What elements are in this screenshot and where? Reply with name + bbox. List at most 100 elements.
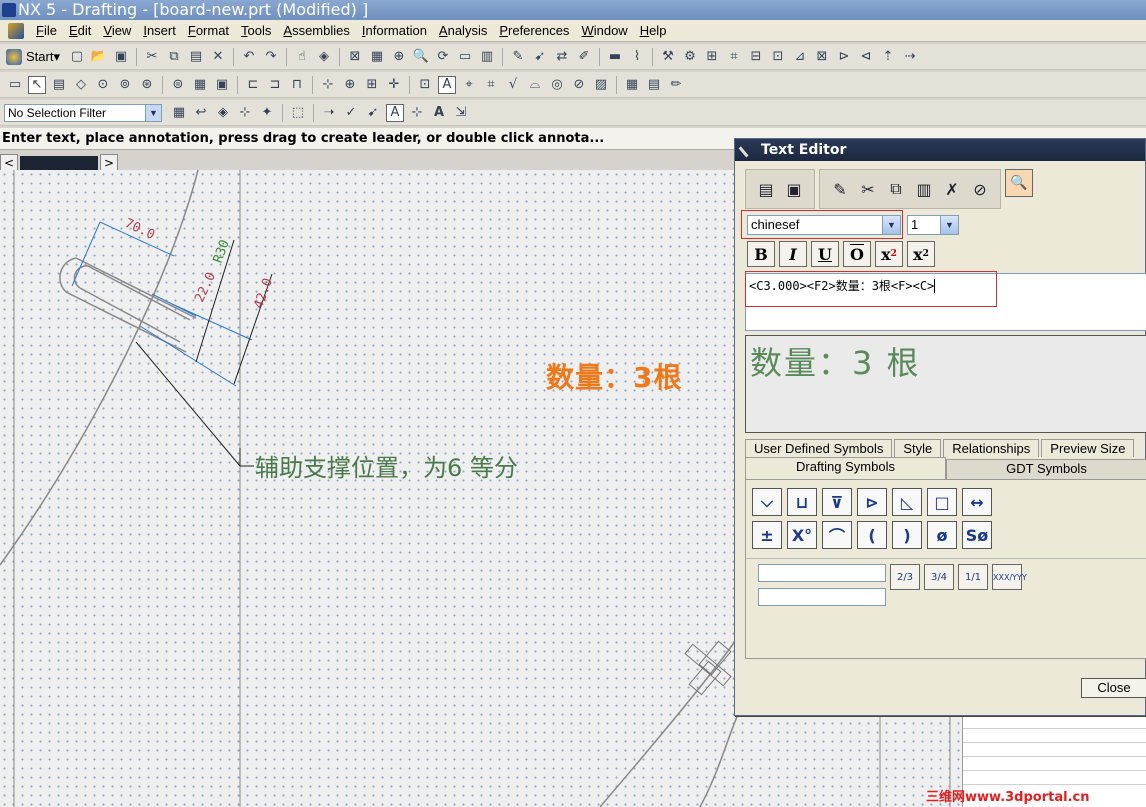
dim-tool-6-icon[interactable]: ⊡: [769, 48, 787, 66]
drawing-tool-icon[interactable]: ▬: [606, 48, 624, 66]
open-file-icon[interactable]: 📂: [90, 48, 108, 66]
select-icon[interactable]: ☝: [293, 48, 311, 66]
tab-relationships[interactable]: Relationships: [943, 439, 1040, 457]
dim-tool-3-icon[interactable]: ⊞: [703, 48, 721, 66]
zoom-icon[interactable]: ⊕: [390, 48, 408, 66]
spherical-diameter-symbol-button[interactable]: Sø: [962, 521, 992, 549]
insert-symbol-icon[interactable]: ⊘: [968, 177, 992, 201]
overline-button[interactable]: O: [843, 241, 871, 267]
copy-text-icon[interactable]: ⧉: [884, 177, 908, 201]
refresh-icon[interactable]: ⟳: [434, 48, 452, 66]
pan-icon[interactable]: 🔍: [412, 48, 430, 66]
centerline-icon[interactable]: ⊹: [319, 76, 337, 94]
conical-taper-symbol-button[interactable]: ⊳: [857, 488, 887, 516]
menu-analysis[interactable]: Analysis: [439, 23, 487, 38]
system-menu-icon[interactable]: [8, 22, 24, 39]
layout-icon[interactable]: ▥: [478, 48, 496, 66]
rectangle-select-icon[interactable]: ⬚: [289, 104, 307, 122]
underline-button[interactable]: U: [811, 241, 839, 267]
new-sheet-icon[interactable]: ▭: [6, 76, 24, 94]
close-button[interactable]: Close: [1081, 678, 1146, 698]
view-boundary-icon[interactable]: ⊏: [244, 76, 262, 94]
cut-icon[interactable]: ✂: [143, 48, 161, 66]
image-icon[interactable]: ▨: [592, 76, 610, 94]
dim-tool-12-icon[interactable]: ⇢: [901, 48, 919, 66]
tab-style[interactable]: Style: [894, 439, 942, 457]
quantity-note[interactable]: 数量：3根: [546, 356, 682, 396]
save-icon[interactable]: ▣: [112, 48, 130, 66]
weld-icon[interactable]: ⌓: [526, 76, 544, 94]
annotation-icon[interactable]: ✎: [509, 48, 527, 66]
undo-icon[interactable]: ↶: [240, 48, 258, 66]
redo-icon[interactable]: ↷: [262, 48, 280, 66]
feature-control-icon[interactable]: ⌖: [460, 76, 478, 94]
drawing-sheet-icon[interactable]: ▤: [50, 76, 68, 94]
base-view-icon[interactable]: ⊙: [94, 76, 112, 94]
parts-list-icon[interactable]: ▤: [645, 76, 663, 94]
menu-view[interactable]: View: [103, 23, 131, 38]
dim-tool-10-icon[interactable]: ⊲: [857, 48, 875, 66]
plus-minus-symbol-button[interactable]: ±: [752, 521, 782, 549]
countersink-symbol-button[interactable]: ⌵: [752, 488, 782, 516]
leader-tool-icon[interactable]: ➝: [320, 104, 338, 122]
leader-icon[interactable]: ➹: [531, 48, 549, 66]
right-paren-symbol-button[interactable]: ): [892, 521, 922, 549]
dialog-title-bar[interactable]: Text Editor: [735, 139, 1145, 161]
dim-tool-5-icon[interactable]: ⊟: [747, 48, 765, 66]
tab-user-defined-symbols[interactable]: User Defined Symbols: [745, 439, 893, 457]
arrow-style-icon[interactable]: ➹: [364, 104, 382, 122]
support-position-note[interactable]: 辅助支撑位置，为6 等分: [255, 448, 518, 483]
bold-button[interactable]: B: [747, 241, 775, 267]
symbol-icon[interactable]: ⊕: [341, 76, 359, 94]
fraction-upper-input[interactable]: [758, 564, 886, 582]
zoom-window-icon[interactable]: ▦: [368, 48, 386, 66]
type-filter-icon[interactable]: ▦: [170, 104, 188, 122]
utility-icon[interactable]: ⊞: [363, 76, 381, 94]
sheet-tab[interactable]: [20, 156, 98, 170]
new-file-icon[interactable]: ▢: [68, 48, 86, 66]
sketch-icon[interactable]: ⌇: [628, 48, 646, 66]
note-icon[interactable]: ⊡: [416, 76, 434, 94]
pencil-icon[interactable]: ✏: [667, 76, 685, 94]
italic-button[interactable]: I: [779, 241, 807, 267]
erase-icon[interactable]: ◇: [72, 76, 90, 94]
fraction-lower-input[interactable]: [758, 588, 886, 606]
save-text-icon[interactable]: ▣: [782, 177, 806, 201]
subscript-button[interactable]: x2: [907, 241, 935, 267]
fraction-2-3-button[interactable]: 2/3: [890, 564, 920, 590]
menu-edit[interactable]: Edit: [69, 23, 91, 38]
menu-tools[interactable]: Tools: [241, 23, 271, 38]
selection-filter-select[interactable]: No Selection Filter ▼: [4, 103, 162, 122]
menu-insert[interactable]: Insert: [143, 23, 176, 38]
leader-style-icon[interactable]: ✓: [342, 104, 360, 122]
inherit-icon[interactable]: ⇲: [452, 104, 470, 122]
break-view-icon[interactable]: ▦: [191, 76, 209, 94]
arc-length-symbol-button[interactable]: ↔: [962, 488, 992, 516]
pin-icon[interactable]: [738, 140, 756, 158]
text-tool-icon[interactable]: A: [430, 104, 448, 122]
point-icon[interactable]: ✦: [258, 104, 276, 122]
arc-symbol-button[interactable]: ⌒: [822, 521, 852, 549]
display-icon[interactable]: ◈: [315, 48, 333, 66]
import-text-icon[interactable]: ▤: [754, 177, 778, 201]
surface-finish-icon[interactable]: √: [504, 76, 522, 94]
text-style-icon[interactable]: A: [386, 103, 404, 122]
target-icon[interactable]: ◎: [548, 76, 566, 94]
select-arrow-icon[interactable]: ↖: [28, 75, 46, 94]
snap-icon[interactable]: ⊹: [236, 104, 254, 122]
preview-toggle-icon[interactable]: 🔍: [1005, 169, 1033, 197]
text-annotation-icon[interactable]: A: [438, 75, 456, 94]
fraction-3-4-button[interactable]: 3/4: [924, 564, 954, 590]
superscript-button[interactable]: x2: [875, 241, 903, 267]
edit-style-icon[interactable]: ✐: [575, 48, 593, 66]
orient-icon[interactable]: ⇄: [553, 48, 571, 66]
cut-text-icon[interactable]: ✂: [856, 177, 880, 201]
menu-assemblies[interactable]: Assemblies: [283, 23, 349, 38]
table-icon[interactable]: ▦: [623, 76, 641, 94]
dim-tool-8-icon[interactable]: ⊠: [813, 48, 831, 66]
dim-tool-1-icon[interactable]: ⚒: [659, 48, 677, 66]
depth-symbol-button[interactable]: ⊽: [822, 488, 852, 516]
fraction-1-1-button[interactable]: 1/1: [958, 564, 988, 590]
align-icon[interactable]: ⊹: [408, 104, 426, 122]
projected-view-icon[interactable]: ⊚: [116, 76, 134, 94]
